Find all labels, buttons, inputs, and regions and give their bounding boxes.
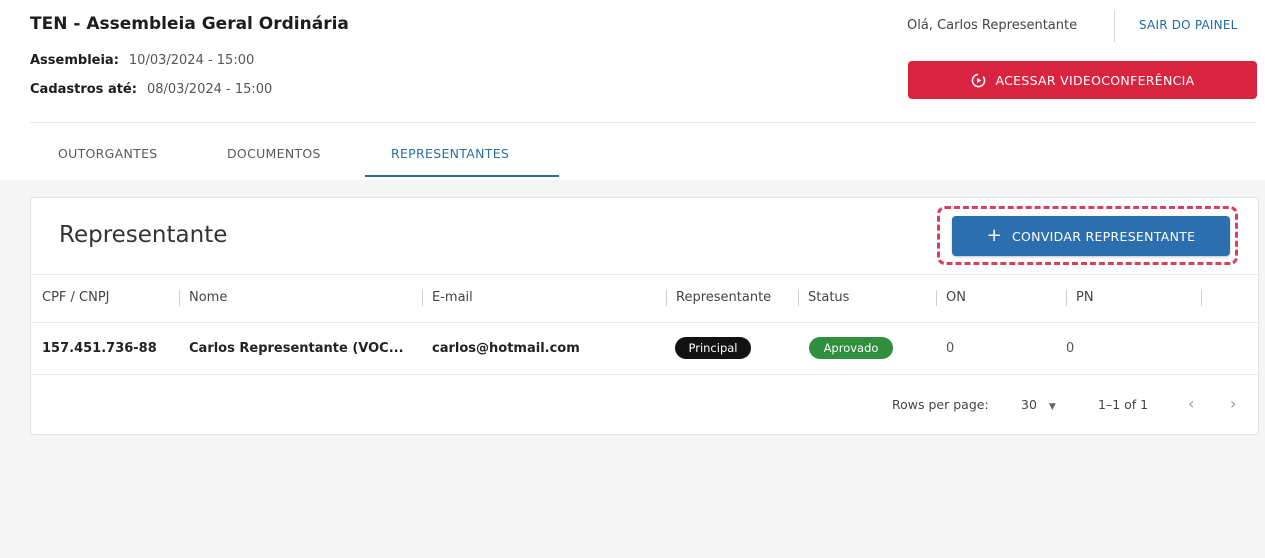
- rows-per-page-value: 30: [1021, 397, 1037, 412]
- card-title: Representante: [59, 222, 228, 248]
- cadastros-value: 08/03/2024 - 15:00: [146, 82, 273, 97]
- column-header-email[interactable]: E-mail: [432, 290, 473, 305]
- column-separator: [936, 290, 937, 306]
- pagination-range: 1–1 of 1: [1098, 397, 1149, 412]
- page-header: TEN - Assembleia Geral Ordinária Assembl…: [0, 0, 1265, 180]
- column-separator: [179, 290, 180, 306]
- cadastros-row: Cadastros até: 08/03/2024 - 15:00: [30, 82, 272, 97]
- column-separator: [1066, 290, 1067, 306]
- assembleia-value: 10/03/2024 - 15:00: [128, 53, 255, 68]
- logout-link[interactable]: SAIR DO PAINEL: [1139, 18, 1238, 32]
- column-separator: [666, 290, 667, 306]
- caret-down-icon: ▼: [1048, 402, 1056, 412]
- column-header-pn[interactable]: PN: [1076, 290, 1094, 305]
- column-separator: [1201, 290, 1202, 306]
- column-separator: [422, 290, 423, 306]
- tab-representantes[interactable]: REPRESENTANTES: [391, 146, 509, 161]
- video-conference-button[interactable]: ACESSAR VIDEOCONFERÊNCIA: [908, 61, 1257, 99]
- invite-representative-button[interactable]: + CONVIDAR REPRESENTANTE: [952, 216, 1230, 256]
- column-header-on[interactable]: ON: [946, 290, 966, 305]
- user-greeting: Olá, Carlos Representante: [907, 18, 1078, 33]
- status-badge: Aprovado: [809, 337, 893, 359]
- rows-per-page-select[interactable]: 30 ▼: [1021, 397, 1056, 412]
- tab-outorgantes[interactable]: OUTORGANTES: [58, 146, 158, 161]
- table-row[interactable]: 157.451.736-88 Carlos Representante (VOC…: [31, 322, 1258, 375]
- header-divider: [1114, 10, 1115, 42]
- cell-cpf: 157.451.736-88: [42, 341, 157, 356]
- tab-documentos[interactable]: DOCUMENTOS: [227, 146, 321, 161]
- chevron-right-icon[interactable]: ›: [1230, 394, 1236, 413]
- page-title: TEN - Assembleia Geral Ordinária: [30, 14, 349, 34]
- table-header: CPF / CNPJ Nome E-mail Representante Sta…: [31, 274, 1258, 323]
- rows-per-page-label: Rows per page:: [892, 397, 989, 412]
- assembleia-row: Assembleia: 10/03/2024 - 15:00: [30, 53, 254, 68]
- plus-icon: +: [986, 225, 1003, 246]
- invite-button-label: CONVIDAR REPRESENTANTE: [1012, 228, 1196, 244]
- video-conference-label: ACESSAR VIDEOCONFERÊNCIA: [995, 72, 1195, 88]
- column-header-cpf[interactable]: CPF / CNPJ: [42, 290, 110, 305]
- header-divider-line: [30, 122, 1257, 123]
- chevron-left-icon[interactable]: ‹: [1188, 394, 1194, 413]
- assembleia-label: Assembleia:: [30, 53, 119, 68]
- representantes-card: Representante + CONVIDAR REPRESENTANTE C…: [30, 197, 1259, 435]
- active-tab-indicator: [365, 175, 559, 177]
- cell-pn: 0: [1066, 341, 1075, 356]
- cell-on: 0: [946, 341, 955, 356]
- cell-email: carlos@hotmail.com: [432, 341, 580, 356]
- table-pagination: Rows per page: 30 ▼ 1–1 of 1 ‹ ›: [31, 375, 1258, 433]
- column-header-representante[interactable]: Representante: [676, 290, 771, 305]
- representante-badge: Principal: [675, 337, 751, 359]
- cell-nome: Carlos Representante (VOC...: [189, 341, 404, 356]
- play-circle-icon: [971, 73, 985, 87]
- column-separator: [798, 290, 799, 306]
- column-header-status[interactable]: Status: [808, 290, 849, 305]
- cadastros-label: Cadastros até:: [30, 82, 137, 97]
- column-header-nome[interactable]: Nome: [189, 290, 227, 305]
